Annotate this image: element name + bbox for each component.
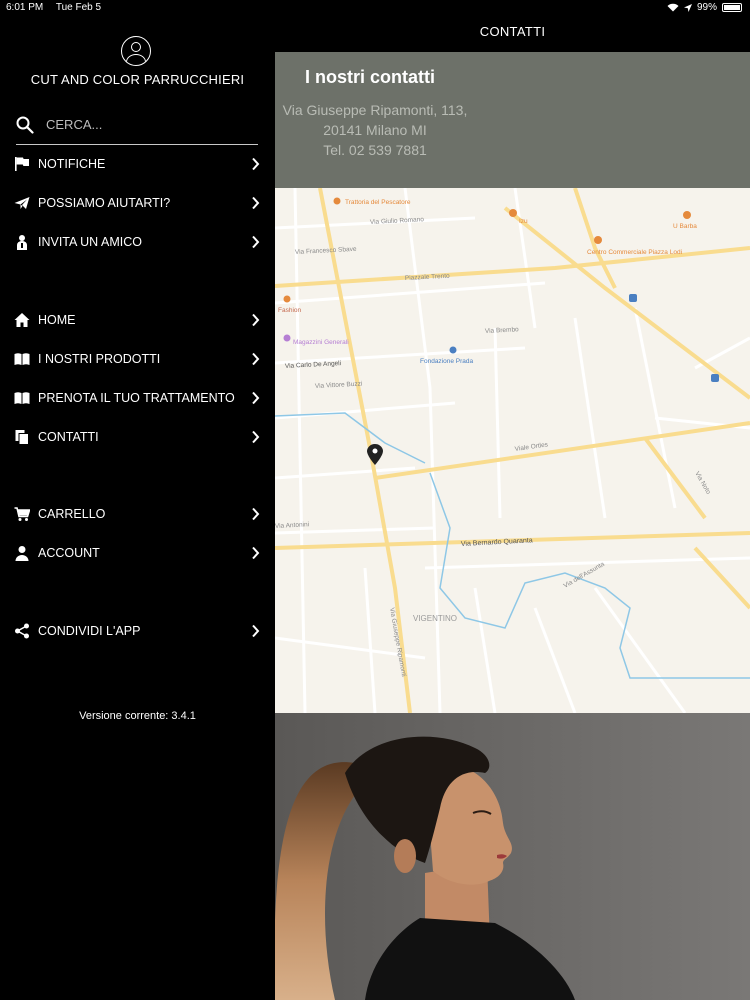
- battery-icon: [722, 3, 742, 12]
- map-label-sbave: Via Francesco Sbave: [295, 246, 357, 256]
- location-pin-icon[interactable]: [367, 444, 383, 465]
- open-book-icon: [14, 353, 30, 365]
- chevron-right-icon: [252, 507, 260, 521]
- home-icon: [14, 313, 30, 327]
- map-label-piazzale: Piazzale Trento: [405, 273, 450, 282]
- menu-label: PRENOTA IL TUO TRATTAMENTO: [38, 391, 235, 405]
- document-icon: [15, 430, 29, 445]
- status-date: Tue Feb 5: [55, 2, 102, 13]
- menu-label: HOME: [38, 313, 76, 327]
- chevron-right-icon: [252, 313, 260, 327]
- chevron-right-icon: [252, 235, 260, 249]
- menu-item-condividi[interactable]: CONDIVIDI L'APP: [0, 616, 275, 646]
- menu-label: I NOSTRI PRODOTTI: [38, 352, 161, 366]
- open-book-icon: [14, 392, 30, 404]
- chevron-right-icon: [252, 352, 260, 366]
- map-label-antonini: Via Antonini: [275, 521, 309, 530]
- user-icon: [15, 546, 29, 561]
- invite-user-icon: [17, 235, 27, 250]
- share-icon: [15, 623, 29, 639]
- menu-label: ACCOUNT: [38, 546, 100, 560]
- side-menu: CUT AND COLOR PARRUCCHIERI NOTIFICHE POS…: [0, 14, 275, 1000]
- contact-title: I nostri contatti: [305, 67, 435, 87]
- address-line: Via Giuseppe Ripamonti, 113,: [282, 102, 468, 118]
- map-label-quaranta: Via Bernardo Quaranta: [461, 537, 533, 548]
- menu-item-carrello[interactable]: CARRELLO: [0, 499, 275, 529]
- map-label-vigentino: VIGENTINO: [413, 614, 457, 623]
- chevron-right-icon: [252, 157, 260, 171]
- chevron-right-icon: [252, 430, 260, 444]
- battery-percent: 99%: [696, 2, 717, 13]
- map-label-centro: Centro Commerciale Piazza Lodi: [587, 249, 682, 256]
- wifi-icon: [667, 3, 679, 12]
- map-label-ubarba: U Barba: [673, 223, 697, 230]
- menu-label: NOTIFICHE: [38, 157, 106, 171]
- hero-image: [275, 713, 750, 1000]
- menu-item-contatti[interactable]: CONTATTI: [0, 422, 275, 452]
- contact-card: I nostri contatti Via Giuseppe Ripamonti…: [275, 52, 750, 188]
- map[interactable]: Trattoria del Pescatore Izu U Barba Cent…: [275, 188, 750, 713]
- phone-number[interactable]: Tel. 02 539 7881: [275, 140, 475, 160]
- flag-icon: [15, 157, 29, 171]
- chevron-right-icon: [252, 196, 260, 210]
- status-time: 6:01 PM: [6, 2, 44, 13]
- battery-fill: [724, 5, 740, 10]
- menu-item-account[interactable]: ACCOUNT: [0, 538, 275, 568]
- menu-item-invita-un-amico[interactable]: INVITA UN AMICO: [0, 227, 275, 257]
- map-label-giulio-romano: Via Giulio Romano: [370, 216, 425, 226]
- menu-item-notifiche[interactable]: NOTIFICHE: [0, 149, 275, 179]
- cart-icon: [14, 507, 30, 521]
- contact-details: Via Giuseppe Ripamonti, 113, 20141 Milan…: [275, 100, 475, 160]
- chevron-right-icon: [252, 546, 260, 560]
- map-label-buzzi: Via Vittore Buzzi: [315, 381, 363, 390]
- map-label-trattoria: Trattoria del Pescatore: [345, 199, 411, 206]
- menu-item-possiamo-aiutarti[interactable]: POSSIAMO AIUTARTI?: [0, 188, 275, 218]
- chevron-right-icon: [252, 391, 260, 405]
- status-bar: 6:01 PM Tue Feb 5 99%: [0, 0, 750, 14]
- main-content: I nostri contatti Via Giuseppe Ripamonti…: [275, 52, 750, 1000]
- app-name: CUT AND COLOR PARRUCCHIERI: [30, 72, 245, 87]
- menu-item-home[interactable]: HOME: [0, 305, 275, 335]
- location-arrow-icon: [683, 3, 692, 12]
- map-label-brembo: Via Brembo: [485, 326, 520, 335]
- search-bar[interactable]: [16, 112, 258, 145]
- menu-item-prodotti[interactable]: I NOSTRI PRODOTTI: [0, 344, 275, 374]
- menu-label: CARRELLO: [38, 507, 106, 521]
- menu-item-prenota[interactable]: PRENOTA IL TUO TRATTAMENTO: [0, 383, 275, 413]
- search-icon: [16, 116, 34, 134]
- map-label-magazzini: Magazzini Generali: [293, 339, 349, 346]
- map-label-fashion: Fashion: [278, 307, 302, 314]
- avatar-icon[interactable]: [121, 36, 151, 66]
- paper-plane-icon: [14, 197, 30, 209]
- map-label-prada: Fondazione Prada: [420, 358, 474, 365]
- search-input[interactable]: [44, 116, 248, 133]
- menu-label: CONTATTI: [38, 430, 99, 444]
- chevron-right-icon: [252, 624, 260, 638]
- map-label-izu: Izu: [519, 218, 528, 225]
- address-city: 20141 Milano MI: [323, 122, 427, 138]
- menu-label: INVITA UN AMICO: [38, 235, 142, 249]
- map-label-ripamonti: Via Giuseppe Ripamonti: [388, 607, 407, 677]
- page-title: CONTATTI: [479, 24, 546, 39]
- menu-label: POSSIAMO AIUTARTI?: [38, 196, 171, 210]
- map-label-noto: Via Noto: [693, 471, 712, 496]
- app-version: Versione corrente: 3.4.1: [79, 710, 196, 722]
- menu-label: CONDIVIDI L'APP: [38, 624, 141, 638]
